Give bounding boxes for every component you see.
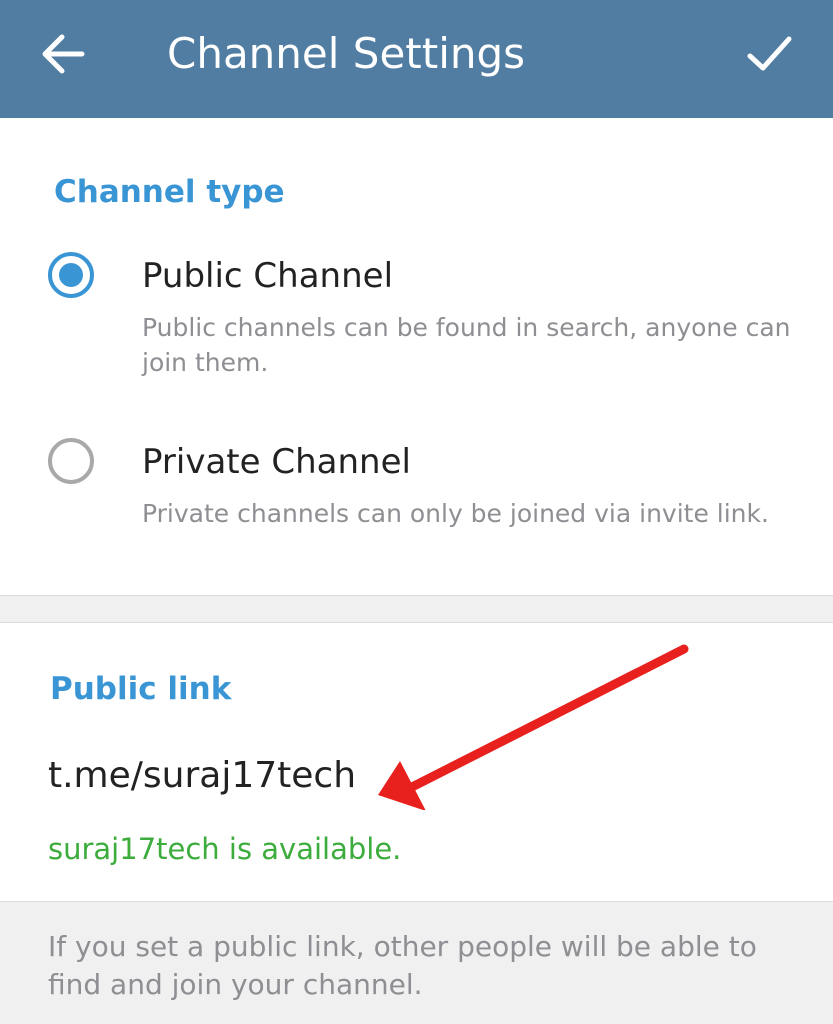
public-link-heading: Public link [50,671,232,707]
option-title: Private Channel [142,442,411,482]
checkmark-icon [747,36,792,71]
radio-selected-dot [59,263,83,287]
channel-settings-screen: Channel Settings Channel type Public Cha… [0,0,833,1024]
public-link-input[interactable]: t.me/suraj17tech [48,751,356,801]
option-title: Public Channel [142,256,394,296]
arrow-left-icon [42,34,85,74]
channel-type-heading: Channel type [54,174,285,210]
private-radio-button[interactable] [48,438,94,484]
option-description: Public channels can be found in search, … [142,313,791,377]
option-public-channel[interactable]: Public Channel Public channels can be fo… [0,242,833,392]
app-header: Channel Settings [0,0,833,118]
option-private-channel[interactable]: Private Channel Private channels can onl… [0,428,833,578]
public-link-info-text: If you set a public link, other people w… [48,930,757,1001]
done-button[interactable] [734,20,804,90]
public-radio-button[interactable] [48,252,94,298]
option-description: Private channels can only be joined via … [142,499,769,528]
page-title: Channel Settings [167,29,526,78]
public-link-section: Public link t.me/suraj17tech suraj17tech… [0,622,833,902]
back-button[interactable] [30,22,98,90]
availability-status: suraj17tech is available. [48,832,402,866]
channel-type-section: Channel type Public Channel Public chann… [0,118,833,596]
